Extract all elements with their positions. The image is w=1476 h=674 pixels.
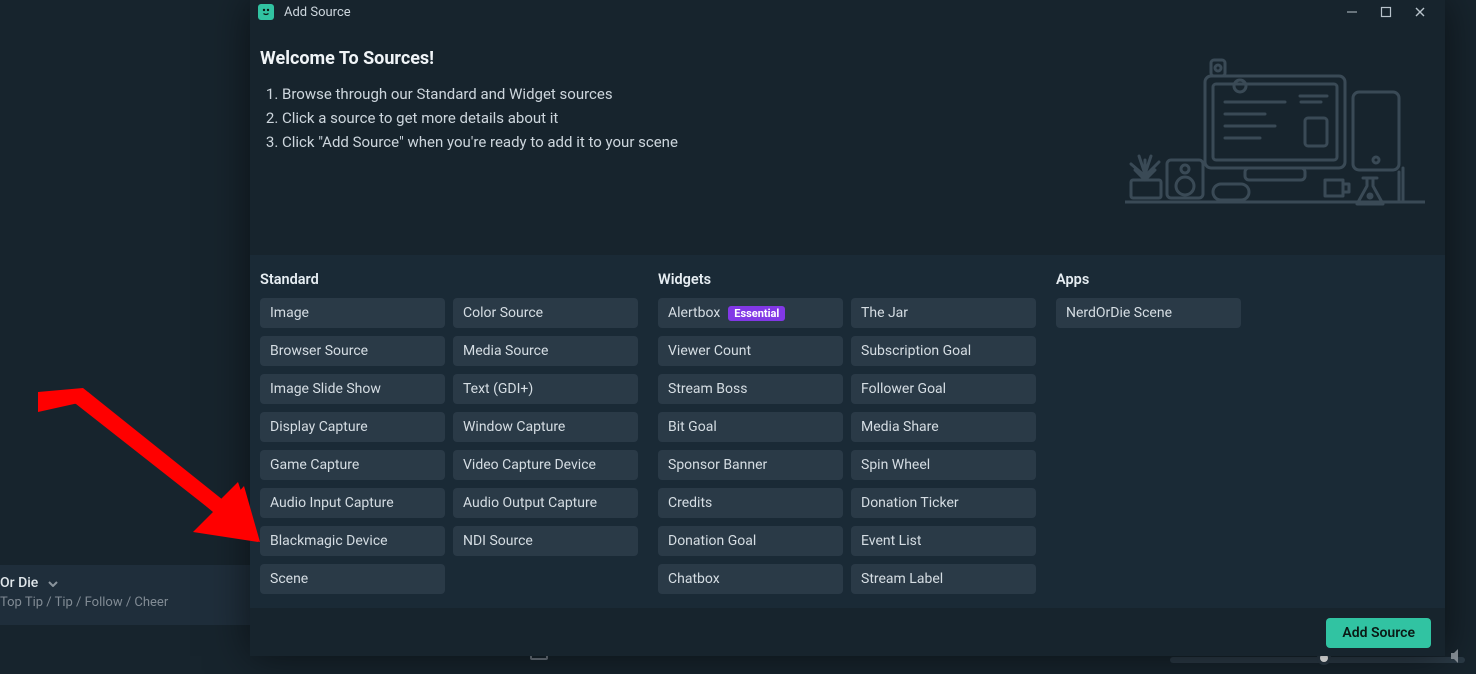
- source-audio-output-capture[interactable]: Audio Output Capture: [453, 488, 638, 518]
- apps-grid: NerdOrDie Scene: [1056, 298, 1241, 328]
- close-button[interactable]: [1403, 1, 1437, 23]
- scene-selector[interactable]: Or Die Top Tip / Tip / Follow / Cheer: [0, 565, 250, 625]
- app-nerdordie-scene[interactable]: NerdOrDie Scene: [1056, 298, 1241, 328]
- source-ndi-source[interactable]: NDI Source: [453, 526, 638, 556]
- widgets-grid: Alertbox Essential The Jar Viewer Count …: [658, 298, 1036, 594]
- source-text-gdi[interactable]: Text (GDI+): [453, 374, 638, 404]
- source-image-slide-show[interactable]: Image Slide Show: [260, 374, 445, 404]
- add-source-button[interactable]: Add Source: [1326, 618, 1431, 648]
- scene-name: Or Die: [0, 575, 38, 591]
- source-audio-input-capture[interactable]: Audio Input Capture: [260, 488, 445, 518]
- widget-the-jar[interactable]: The Jar: [851, 298, 1036, 328]
- source-window-capture[interactable]: Window Capture: [453, 412, 638, 442]
- modal-body: Welcome To Sources! Browse through our S…: [250, 24, 1445, 608]
- source-display-capture[interactable]: Display Capture: [260, 412, 445, 442]
- modal-footer: Add Source: [250, 608, 1445, 656]
- source-scene[interactable]: Scene: [260, 564, 445, 594]
- welcome-panel: Welcome To Sources! Browse through our S…: [250, 24, 1445, 255]
- source-browser-source[interactable]: Browser Source: [260, 336, 445, 366]
- widget-alertbox[interactable]: Alertbox Essential: [658, 298, 843, 328]
- widget-stream-label[interactable]: Stream Label: [851, 564, 1036, 594]
- widget-spin-wheel[interactable]: Spin Wheel: [851, 450, 1036, 480]
- standard-grid: Image Color Source Browser Source Media …: [260, 298, 638, 594]
- source-sections: Standard Image Color Source Browser Sour…: [250, 255, 1445, 608]
- section-widgets: Widgets Alertbox Essential The Jar Viewe…: [658, 261, 1036, 594]
- widget-subscription-goal[interactable]: Subscription Goal: [851, 336, 1036, 366]
- speaker-icon[interactable]: [1450, 648, 1468, 668]
- source-color-source[interactable]: Color Source: [453, 298, 638, 328]
- widget-donation-ticker[interactable]: Donation Ticker: [851, 488, 1036, 518]
- section-apps: Apps NerdOrDie Scene: [1056, 261, 1241, 594]
- app-icon: [258, 4, 274, 20]
- desk-illustration: [1125, 52, 1425, 212]
- section-title: Apps: [1056, 271, 1241, 288]
- widget-donation-goal[interactable]: Donation Goal: [658, 526, 843, 556]
- scene-subtext: Top Tip / Tip / Follow / Cheer: [0, 595, 250, 610]
- maximize-button[interactable]: [1369, 1, 1403, 23]
- source-blackmagic-device[interactable]: Blackmagic Device: [260, 526, 445, 556]
- widget-media-share[interactable]: Media Share: [851, 412, 1036, 442]
- source-game-capture[interactable]: Game Capture: [260, 450, 445, 480]
- section-title: Widgets: [658, 271, 1036, 288]
- titlebar: Add Source: [250, 0, 1445, 24]
- widget-viewer-count[interactable]: Viewer Count: [658, 336, 843, 366]
- essential-badge: Essential: [728, 306, 785, 321]
- section-title: Standard: [260, 271, 638, 288]
- source-video-capture-device[interactable]: Video Capture Device: [453, 450, 638, 480]
- widget-follower-goal[interactable]: Follower Goal: [851, 374, 1036, 404]
- source-media-source[interactable]: Media Source: [453, 336, 638, 366]
- source-image[interactable]: Image: [260, 298, 445, 328]
- widget-event-list[interactable]: Event List: [851, 526, 1036, 556]
- add-source-modal: Add Source Welcome To Sources! Browse th…: [250, 0, 1445, 656]
- widget-stream-boss[interactable]: Stream Boss: [658, 374, 843, 404]
- widget-bit-goal[interactable]: Bit Goal: [658, 412, 843, 442]
- section-standard: Standard Image Color Source Browser Sour…: [260, 261, 638, 594]
- widget-chatbox[interactable]: Chatbox: [658, 564, 843, 594]
- minimize-button[interactable]: [1335, 1, 1369, 23]
- chevron-down-icon: [48, 575, 58, 591]
- widget-sponsor-banner[interactable]: Sponsor Banner: [658, 450, 843, 480]
- widget-credits[interactable]: Credits: [658, 488, 843, 518]
- window-title: Add Source: [284, 5, 351, 20]
